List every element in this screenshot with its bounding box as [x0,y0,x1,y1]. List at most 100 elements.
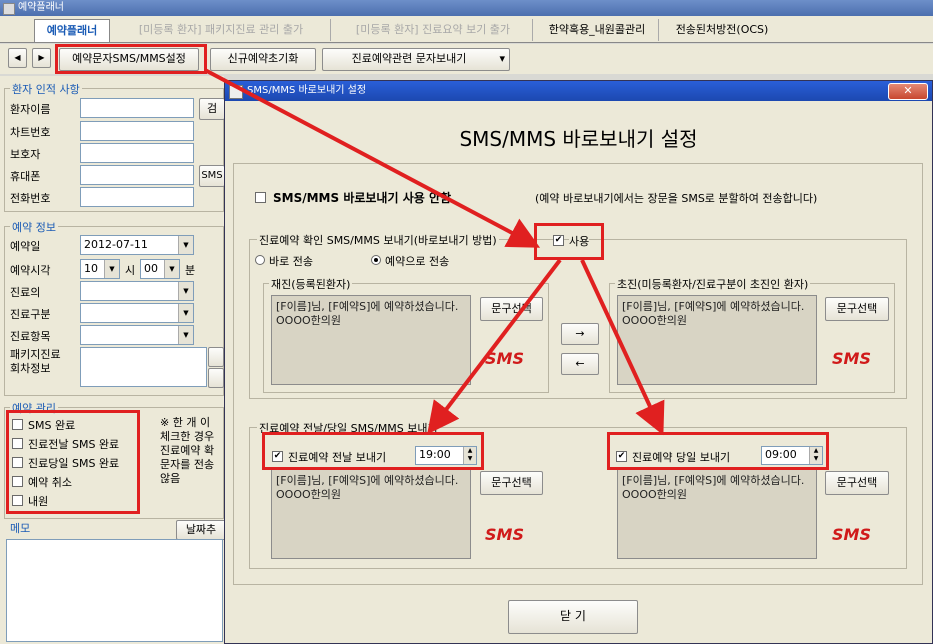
sameday-sms-done-checkbox[interactable] [12,457,23,468]
memo-date-button[interactable]: 날짜추 [176,520,226,540]
daybefore-label: 진료예약 전날 보내기 [288,451,387,464]
tab-care-summary[interactable]: [미등록 환자] 진료요약 보기 출가 [334,19,533,41]
window-title: 예약플래너 [18,2,64,13]
firstvisit-label: 초진(미등록환자/진료구분이 초진인 환자) [615,276,811,292]
revisit-select-button[interactable]: 문구선택 [480,297,543,321]
reservation-section-title: 예약 정보 [10,219,58,235]
memo-textarea[interactable] [6,539,223,642]
reserve-send-radio[interactable] [371,255,381,265]
daybefore-select-button[interactable]: 문구선택 [480,471,543,495]
tab-sent-prescriptions[interactable]: 전송된처방전(OCS) [662,19,782,41]
left-panel: 환자 인적 사항 환자이름 검 차트번호 보호자 휴대폰 SMS 전화번호 예약… [0,76,226,644]
visit-checkbox[interactable] [12,495,23,506]
reservation-time-label: 예약시각 [10,264,51,277]
category-label: 진료구분 [10,308,51,321]
dialog-titlebar: SMS/MMS 바로보내기 설정 ✕ [225,81,932,101]
direct-send-radio[interactable] [255,255,265,265]
reservation-date-select[interactable]: 2012-07-11 ▼ [80,235,194,255]
daybefore-time-value: 19:00 [419,448,451,461]
mobile-input[interactable] [80,165,194,185]
tab-package-care[interactable]: [미등록 환자] 패키지진료 관리 출가 [112,19,331,41]
guardian-input[interactable] [80,143,194,163]
confirm-group-title: 진료예약 확인 SMS/MMS 보내기(바로보내기 방법) [257,232,499,248]
patient-search-button[interactable]: 검 [199,98,225,120]
chevron-down-icon: ▼ [178,282,193,300]
package-info-box[interactable] [80,347,207,387]
chevron-down-icon: ▼ [178,326,193,344]
daybefore-checkbox[interactable] [272,451,283,462]
daybefore-time-spinner[interactable]: 19:00 ▲ ▼ [415,446,477,465]
tab-reservation-planner[interactable]: 예약플래너 [34,19,110,42]
dialog-icon [229,85,243,99]
sameday-time-spinner[interactable]: 09:00 ▲ ▼ [761,446,823,465]
close-icon[interactable]: ✕ [888,83,928,100]
revisit-sms-badge: SMS [485,349,524,368]
toolbar: ◀ ▶ 예약문자SMS/MMS설정 신규예약초기화 진료예약관련 문자보내기 ▾ [0,44,933,74]
chevron-down-icon: ▼ [104,260,119,278]
memo-title: 메모 [10,522,31,535]
hour-unit-label: 시 [125,264,136,277]
patient-name-input[interactable] [80,98,194,118]
sameday-checkbox[interactable] [616,451,627,462]
reservation-date-value: 2012-07-11 [84,238,148,251]
phone-label: 전화번호 [10,192,51,205]
doctor-label: 진료의 [10,286,41,299]
daybefore-sms-done-checkbox[interactable] [12,438,23,449]
firstvisit-select-button[interactable]: 문구선택 [825,297,889,321]
dialog-close-button[interactable]: 닫 기 [508,600,638,634]
cancel-checkbox[interactable] [12,476,23,487]
dialog-heading: SMS/MMS 바로보내기 설정 [459,127,698,151]
chart-number-input[interactable] [80,121,194,141]
sms-done-checkbox[interactable] [12,419,23,430]
daybefore-message-box[interactable]: [F이름]님, [F예약S]에 예약하셨습니다. OOOO한의원 [271,469,471,559]
reset-reservation-button[interactable]: 신규예약초기화 [210,48,316,71]
reminder-group-title: 진료예약 전날/당일 SMS/MMS 보내기 [257,420,440,436]
phone-input[interactable] [80,187,194,207]
patient-name-label: 환자이름 [10,103,51,116]
package-scroll-up[interactable] [208,347,224,367]
prev-button[interactable]: ◀ [8,48,27,68]
minute-unit-label: 분 [185,264,196,277]
sameday-select-button[interactable]: 문구선택 [825,471,889,495]
doctor-select[interactable]: ▼ [80,281,194,301]
sms-settings-dialog: SMS/MMS 바로보내기 설정 ✕ SMS/MMS 바로보내기 설정 SMS/… [224,80,933,644]
sms-done-label: SMS 완료 [28,419,76,432]
send-menu-label: 진료예약관련 문자보내기 [351,52,467,65]
manage-section-title: 예약 관리 [10,400,58,416]
use-checkbox[interactable] [553,235,564,246]
app-icon [3,3,15,15]
reservation-minute-value: 00 [144,262,158,275]
window-titlebar: 예약플래너 [0,0,933,16]
sms-settings-button[interactable]: 예약문자SMS/MMS설정 [59,48,199,71]
sameday-sms-badge: SMS [832,525,871,544]
send-message-menu-button[interactable]: 진료예약관련 문자보내기 ▾ [322,48,510,71]
disable-sms-checkbox[interactable] [255,192,266,203]
visit-label: 내원 [28,495,49,508]
firstvisit-message-box[interactable]: [F이름]님, [F예약S]에 예약하셨습니다. OOOO한의원 [617,295,817,385]
sameday-message-box[interactable]: [F이름]님, [F예약S]에 예약하셨습니다. OOOO한의원 [617,469,817,559]
copy-right-button[interactable]: → [561,323,599,345]
revisit-label: 재진(등록된환자) [269,276,353,292]
patient-section-title: 환자 인적 사항 [10,81,82,97]
category-select[interactable]: ▼ [80,303,194,323]
daybefore-sms-done-label: 진료전날 SMS 완료 [28,438,120,451]
manage-note: ※ 한 개 이 체크한 경우 진료예약 확 문자를 전송 않음 [160,416,215,485]
next-button[interactable]: ▶ [32,48,51,68]
tab-herbal-call[interactable]: 한약혹용_내원콜관리 [536,19,659,41]
reservation-hour-value: 10 [84,262,98,275]
spinner-arrows-icon: ▲ ▼ [463,447,476,464]
care-item-select[interactable]: ▼ [80,325,194,345]
cancel-label: 예약 취소 [28,476,72,489]
chart-number-label: 차트번호 [10,126,51,139]
dialog-title: SMS/MMS 바로보내기 설정 [247,85,367,96]
mobile-sms-button[interactable]: SMS [199,165,225,187]
reservation-hour-select[interactable]: 10 ▼ [80,259,120,279]
revisit-message-box[interactable]: [F이름]님, [F예약S]에 예약하셨습니다. OOOO한의원 [271,295,471,385]
reservation-minute-select[interactable]: 00 ▼ [140,259,180,279]
package-info-label: 패키지진료 회차정보 [10,348,61,375]
package-scroll-down[interactable] [208,368,224,388]
care-item-label: 진료항목 [10,330,51,343]
spinner-arrows-icon: ▲ ▼ [809,447,822,464]
copy-left-button[interactable]: ← [561,353,599,375]
direct-send-label: 바로 전송 [269,255,313,268]
